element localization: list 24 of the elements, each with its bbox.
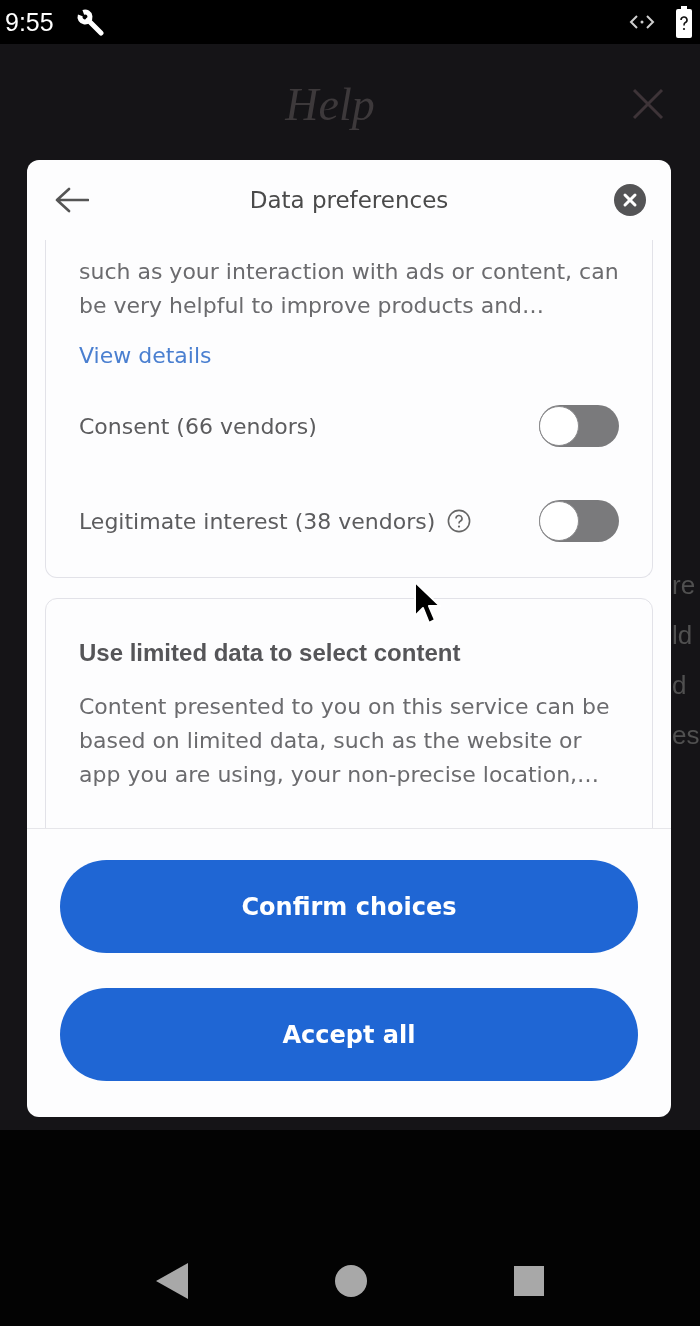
description-text: Content presented to you on this service can be based on limited data, such as the website or app you are using, your non-precise location,…: [79, 693, 611, 789]
back-icon[interactable]: [156, 1263, 188, 1299]
home-icon[interactable]: [335, 1265, 367, 1297]
toggle-label: Legitimate interest (38 vendors): [79, 508, 436, 534]
background-text: re: [672, 569, 697, 602]
toggle-switch[interactable]: [539, 405, 619, 447]
data-transfer-icon: [629, 14, 655, 30]
close-icon[interactable]: [614, 184, 646, 216]
help-icon[interactable]: [447, 509, 472, 533]
view-details-link[interactable]: View details: [79, 339, 212, 373]
background-text: es: [672, 719, 700, 752]
back-icon[interactable]: [55, 187, 89, 213]
wrench-icon: [75, 8, 104, 36]
toggle-switch[interactable]: [539, 500, 619, 542]
section-heading: Use limited data to select content: [79, 638, 462, 668]
background-text: ld: [672, 619, 694, 652]
dialog-title: Data preferences: [249, 187, 449, 213]
toggle-label: Consent (66 vendors): [79, 413, 317, 439]
battery-icon: [676, 6, 692, 38]
primary-button[interactable]: Confirm choices: [60, 860, 638, 953]
primary-button[interactable]: Accept all: [60, 988, 638, 1081]
description-text: such as your interaction with ads or content, can be very helpful to improve products and…: [79, 258, 620, 320]
background-text: d: [672, 669, 688, 702]
status-time: 9:55: [5, 7, 54, 37]
